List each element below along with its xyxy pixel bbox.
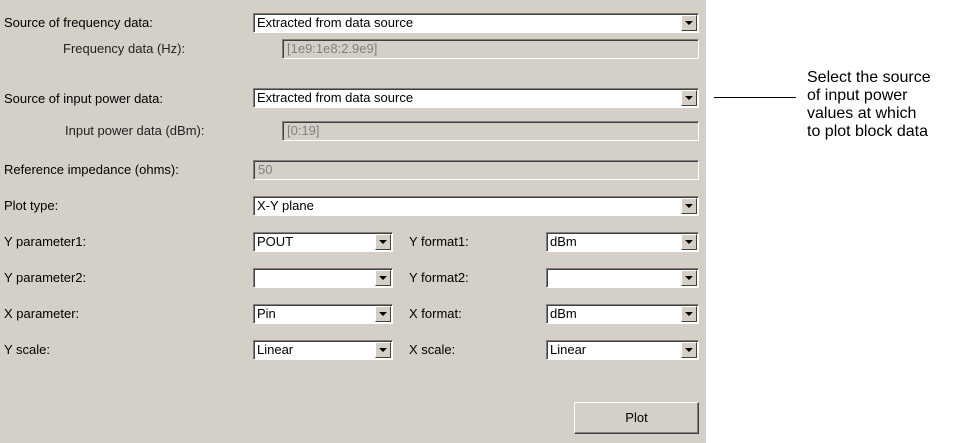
y-parameter1-value: POUT xyxy=(257,234,294,249)
chevron-down-icon[interactable] xyxy=(375,342,391,358)
chevron-down-icon[interactable] xyxy=(681,270,697,286)
plot-type-value: X-Y plane xyxy=(257,198,314,213)
x-parameter-value: Pin xyxy=(257,306,276,321)
annotation-line: of input power xyxy=(807,87,908,104)
chevron-down-icon[interactable] xyxy=(681,15,697,31)
input-power-data-field: [0:19] xyxy=(282,121,699,141)
x-parameter-label: X parameter: xyxy=(4,306,80,321)
x-format-dropdown[interactable]: dBm xyxy=(546,304,699,324)
x-parameter-dropdown[interactable]: Pin xyxy=(253,304,393,324)
x-format-label: X format: xyxy=(409,306,462,321)
y-scale-dropdown[interactable]: Linear xyxy=(253,340,393,360)
frequency-data-label: Frequency data (Hz): xyxy=(63,41,186,56)
annotation-callout: Select the source of input power values … xyxy=(807,69,931,141)
annotation-line: to plot block data xyxy=(807,123,928,140)
x-scale-label: X scale: xyxy=(409,342,456,357)
y-parameter1-dropdown[interactable]: POUT xyxy=(253,232,393,252)
y-format1-value: dBm xyxy=(550,234,577,249)
source-frequency-value: Extracted from data source xyxy=(257,15,414,30)
chevron-down-icon[interactable] xyxy=(681,306,697,322)
source-frequency-dropdown[interactable]: Extracted from data source xyxy=(253,13,699,33)
plot-button[interactable]: Plot xyxy=(574,402,699,434)
x-scale-value: Linear xyxy=(550,342,587,357)
block-parameters-panel: Source of frequency data: Extracted from… xyxy=(0,0,706,443)
y-scale-label: Y scale: xyxy=(4,342,51,357)
reference-impedance-field: 50 xyxy=(253,160,699,180)
frequency-data-value: [1e9:1e8:2.9e9] xyxy=(287,41,378,56)
y-parameter2-dropdown[interactable] xyxy=(253,268,393,288)
y-format1-label: Y format1: xyxy=(409,234,469,249)
source-frequency-label: Source of frequency data: xyxy=(4,15,153,30)
annotation-line: values at which xyxy=(807,105,917,122)
input-power-data-value: [0:19] xyxy=(287,123,320,138)
x-scale-dropdown[interactable]: Linear xyxy=(546,340,699,360)
source-power-value: Extracted from data source xyxy=(257,90,414,105)
annotation-line: Select the source xyxy=(807,69,931,86)
source-power-dropdown[interactable]: Extracted from data source xyxy=(253,88,699,108)
chevron-down-icon[interactable] xyxy=(681,90,697,106)
chevron-down-icon[interactable] xyxy=(681,198,697,214)
reference-impedance-value: 50 xyxy=(258,162,273,177)
y-parameter1-label: Y parameter1: xyxy=(4,234,87,249)
chevron-down-icon[interactable] xyxy=(681,342,697,358)
reference-impedance-label: Reference impedance (ohms): xyxy=(4,162,179,177)
y-format2-label: Y format2: xyxy=(409,270,469,285)
y-parameter2-label: Y parameter2: xyxy=(4,270,87,285)
chevron-down-icon[interactable] xyxy=(375,234,391,250)
chevron-down-icon[interactable] xyxy=(375,306,391,322)
input-power-data-label: Input power data (dBm): xyxy=(65,123,205,138)
source-power-label: Source of input power data: xyxy=(4,91,163,106)
chevron-down-icon[interactable] xyxy=(681,234,697,250)
chevron-down-icon[interactable] xyxy=(375,270,391,286)
plot-type-dropdown[interactable]: X-Y plane xyxy=(253,196,699,216)
x-format-value: dBm xyxy=(550,306,577,321)
y-format2-dropdown[interactable] xyxy=(546,268,699,288)
plot-type-label: Plot type: xyxy=(4,198,59,213)
y-scale-value: Linear xyxy=(257,342,294,357)
annotation-leader-line xyxy=(714,97,796,98)
y-format1-dropdown[interactable]: dBm xyxy=(546,232,699,252)
frequency-data-field: [1e9:1e8:2.9e9] xyxy=(282,39,699,59)
